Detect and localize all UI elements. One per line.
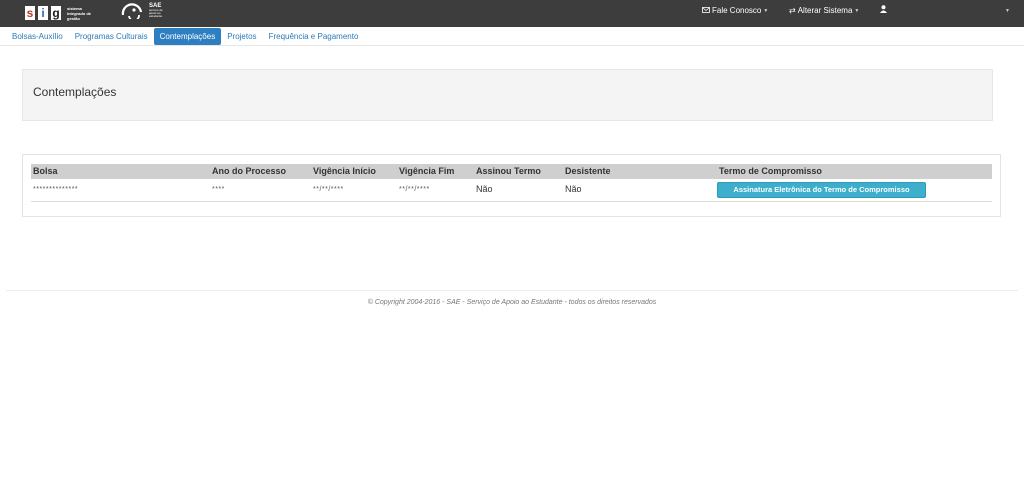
chevron-down-icon: ▼	[1005, 8, 1010, 14]
cell-desistente: Não	[565, 184, 582, 194]
tab-projetos[interactable]: Projetos	[221, 28, 262, 45]
column-header-termo-compromisso: Termo de Compromisso	[719, 166, 822, 176]
top-navbar: s i g sistema integrado de gestão SAE se…	[0, 0, 1024, 27]
fale-conosco-menu[interactable]: Fale Conosco ▼	[702, 0, 768, 22]
fale-conosco-label: Fale Conosco	[712, 6, 762, 15]
tabs-divider	[0, 45, 1024, 46]
user-menu[interactable]	[880, 0, 889, 22]
sig-logo-letter-i: i	[38, 6, 48, 20]
sae-logo-icon	[121, 3, 143, 19]
envelope-icon	[702, 0, 710, 22]
column-header-vigencia-fim: Vigência Fim	[399, 166, 455, 176]
page-title: Contemplações	[33, 85, 117, 99]
tab-programas-culturais[interactable]: Programas Culturais	[69, 28, 154, 45]
alterar-sistema-label: Alterar Sistema	[797, 6, 853, 15]
cell-vigencia-inicio: **/**/****	[313, 186, 344, 193]
page-header-panel: Contemplações	[22, 69, 993, 121]
alterar-sistema-menu[interactable]: ⇄ Alterar Sistema ▼	[789, 0, 859, 22]
tab-frequencia-pagamento[interactable]: Frequência e Pagamento	[263, 28, 365, 45]
column-header-vigencia-inicio: Vigência Início	[313, 166, 376, 176]
contemplacoes-table-panel: Bolsa Ano do Processo Vigência Início Vi…	[22, 154, 1001, 217]
assinatura-eletronica-button[interactable]: Assinatura Eletrônica do Termo de Compro…	[717, 182, 926, 198]
column-header-assinou-termo: Assinou Termo	[476, 166, 541, 176]
cell-vigencia-fim: **/**/****	[399, 186, 430, 193]
sig-logo-letter-g: g	[51, 6, 61, 20]
sig-logo[interactable]: s i g sistema integrado de gestão	[25, 4, 101, 22]
tab-bolsas-auxilio[interactable]: Bolsas-Auxílio	[6, 28, 69, 45]
column-header-ano-processo: Ano do Processo	[212, 166, 287, 176]
column-header-desistente: Desistente	[565, 166, 611, 176]
cell-ano-processo: ****	[212, 186, 225, 193]
table-header-row: Bolsa Ano do Processo Vigência Início Vi…	[31, 164, 992, 179]
table-row: ************** **** **/**/**** **/**/***…	[31, 179, 992, 202]
chevron-down-icon: ▼	[763, 8, 769, 14]
sae-logo[interactable]: SAE serviço de apoio ao estudante	[121, 3, 169, 19]
main-tabs: Bolsas-Auxílio Programas Culturais Conte…	[6, 28, 364, 45]
cell-bolsa: **************	[33, 186, 79, 193]
sig-logo-letter-s: s	[25, 6, 35, 20]
sae-logo-subtitle: serviço de apoio ao estudante	[149, 8, 163, 18]
footer-copyright: © Copyright 2004-2016 - SAE - Serviço de…	[367, 299, 657, 306]
user-icon	[880, 0, 887, 22]
column-header-bolsa: Bolsa	[33, 166, 58, 176]
footer-divider	[6, 290, 1018, 291]
tab-contemplacoes[interactable]: Contemplações	[153, 28, 222, 45]
sig-logo-subtitle: sistema integrado de gestão	[67, 5, 92, 21]
user-menu-toggle[interactable]: ▼	[1003, 0, 1010, 22]
chevron-down-icon: ▼	[854, 8, 860, 14]
cell-assinou-termo: Não	[476, 184, 493, 194]
sae-logo-text: SAE serviço de apoio ao estudante	[149, 3, 169, 18]
exchange-arrows-icon: ⇄	[789, 6, 796, 15]
